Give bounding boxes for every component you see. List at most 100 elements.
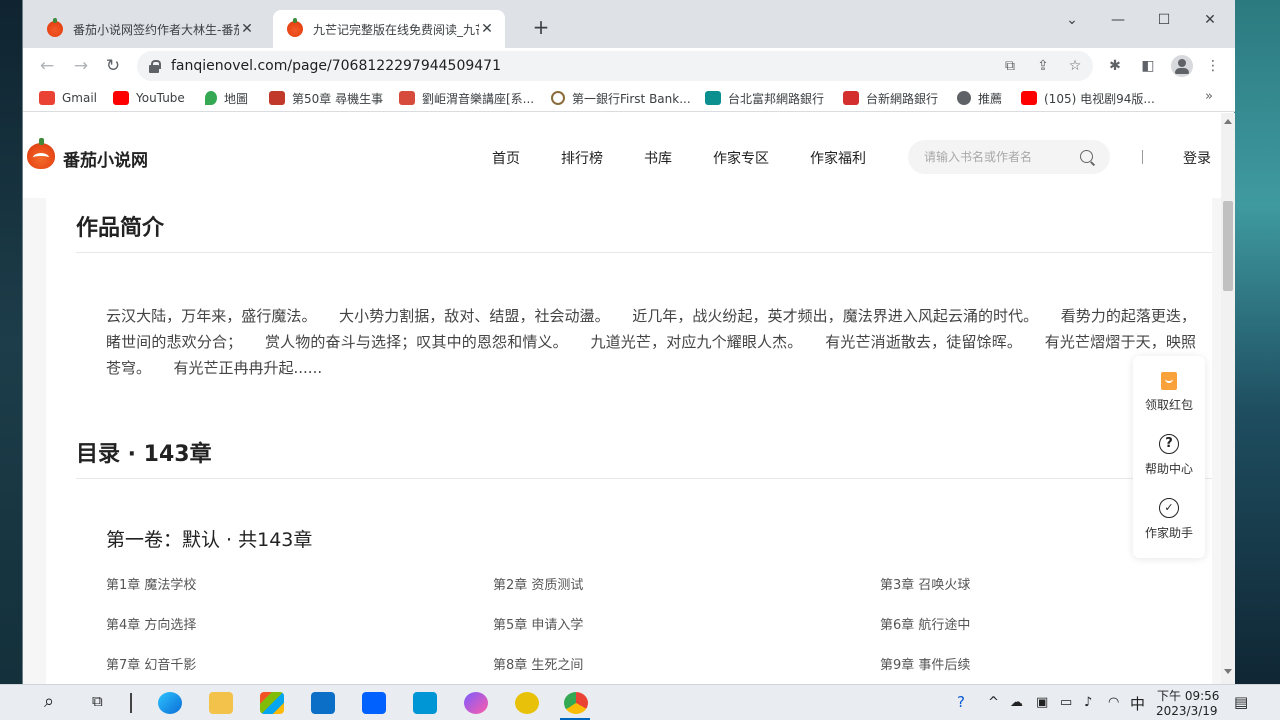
file-explorer-icon[interactable] xyxy=(209,692,233,714)
float-item-label: 帮助中心 xyxy=(1144,462,1193,476)
bookmark-youtube[interactable]: YouTube xyxy=(113,89,185,107)
scroll-up-arrow-icon[interactable] xyxy=(1224,119,1232,124)
close-window-button[interactable]: ✕ xyxy=(1187,6,1233,34)
chapter-link[interactable]: 第9章 事件后续 xyxy=(880,654,970,673)
lock-icon[interactable] xyxy=(147,59,161,73)
bookmark-music-lecture[interactable]: 劉岠渭音樂講座[系... xyxy=(399,89,534,107)
bank-icon xyxy=(551,91,565,105)
tomato-logo-icon[interactable] xyxy=(27,138,55,169)
chrome-icon[interactable] xyxy=(564,692,588,714)
wifi-icon[interactable]: ◠ xyxy=(1108,695,1119,710)
chapter-link[interactable]: 第2章 资质测试 xyxy=(493,574,583,593)
site-icon xyxy=(269,91,285,105)
globe-icon xyxy=(957,91,971,105)
tab-close-icon[interactable]: ✕ xyxy=(479,21,495,37)
search-icon[interactable] xyxy=(1080,150,1093,163)
bookmark-maps[interactable]: 地圖 xyxy=(205,89,248,107)
volume-title: 第一卷：默认 · 共143章 xyxy=(106,529,313,551)
maximize-button[interactable]: ☐ xyxy=(1141,6,1187,34)
login-link[interactable]: 登录 xyxy=(1183,148,1211,168)
chapter-link[interactable]: 第7章 幻音千影 xyxy=(106,654,196,673)
search-input[interactable] xyxy=(924,148,1074,166)
myhp-icon[interactable] xyxy=(413,692,437,714)
bookmarks-bar: Gmail YouTube 地圖 第50章 尋機生事 劉岠渭音樂講座[系... … xyxy=(23,84,1235,112)
norton-icon[interactable] xyxy=(515,692,539,714)
help-tray-icon[interactable]: ? xyxy=(957,693,965,711)
share-icon[interactable]: ⇪ xyxy=(1033,56,1053,76)
nav-library[interactable]: 书库 xyxy=(644,148,672,168)
edge-icon[interactable] xyxy=(158,692,182,714)
copilot-icon[interactable] xyxy=(464,692,488,714)
red-packet-button[interactable]: 领取红包 xyxy=(1133,372,1205,413)
tab-close-icon[interactable]: ✕ xyxy=(239,21,255,37)
more-bookmarks-button[interactable]: » xyxy=(1205,89,1213,104)
chapter-link[interactable]: 第1章 魔法学校 xyxy=(106,574,196,593)
bookmark-fubon[interactable]: 台北富邦網路銀行 xyxy=(705,89,824,107)
page-scrollbar[interactable] xyxy=(1221,113,1235,684)
tab-search-chevron-icon[interactable]: ⌄ xyxy=(1049,6,1095,34)
back-arrow-icon[interactable]: ← xyxy=(35,54,59,78)
browser-window: 番茄小说网签约作者大林生-番茄 ✕ 九芒记完整版在线免费阅读_九芒 ✕ + ⌄ … xyxy=(22,0,1235,684)
reload-icon[interactable]: ↻ xyxy=(101,54,125,78)
help-center-button[interactable]: ? 帮助中心 xyxy=(1133,434,1205,477)
bookmark-label: YouTube xyxy=(136,91,185,105)
show-hidden-icons-chevron-icon[interactable]: ^ xyxy=(988,695,999,710)
help-icon: ? xyxy=(1159,434,1179,454)
url-text[interactable]: fanqienovel.com/page/7068122297944509471 xyxy=(171,58,501,74)
chapter-link[interactable]: 第3章 召唤火球 xyxy=(880,574,970,593)
nav-home[interactable]: 首页 xyxy=(492,148,520,168)
task-view-icon[interactable]: ⧉ xyxy=(92,692,103,710)
search-icon[interactable]: ⌕ xyxy=(44,691,54,712)
battery-icon[interactable]: ▭ xyxy=(1060,695,1072,710)
bookmark-gmail[interactable]: Gmail xyxy=(39,89,97,107)
nav-writer-zone[interactable]: 作家专区 xyxy=(713,148,769,168)
tab-book-page[interactable]: 九芒记完整版在线免费阅读_九芒 ✕ xyxy=(273,10,505,48)
dropbox-icon[interactable] xyxy=(362,692,386,714)
translate-icon[interactable]: ⧉ xyxy=(1000,56,1020,76)
nav-writer-benefits[interactable]: 作家福利 xyxy=(810,148,866,168)
bookmark-recommend[interactable]: 推薦 xyxy=(957,89,1002,107)
site-logo-text[interactable]: 番茄小说网 xyxy=(63,146,148,171)
bookmark-label: 第50章 尋機生事 xyxy=(292,91,384,106)
bookmark-label: 台北富邦網路銀行 xyxy=(728,91,825,106)
browser-menu-icon[interactable]: ⋮ xyxy=(1203,56,1223,76)
page-viewport: 番茄小说网 首页 排行榜 书库 作家专区 作家福利 登录 作品简介 云汉大陆，万… xyxy=(23,113,1235,684)
bookmark-taishin[interactable]: 台新網路銀行 xyxy=(843,89,938,107)
store-icon[interactable] xyxy=(260,692,284,714)
chapter-link[interactable]: 第6章 航行途中 xyxy=(880,614,970,633)
chapter-link[interactable]: 第5章 申请入学 xyxy=(493,614,583,633)
bookmark-star-icon[interactable]: ☆ xyxy=(1065,56,1085,76)
cloud-sync-icon[interactable]: ☁ xyxy=(1010,695,1023,710)
clock-date[interactable]: 2023/3/19 xyxy=(1156,704,1218,718)
bookmark-chapter50[interactable]: 第50章 尋機生事 xyxy=(269,89,383,107)
mail-icon[interactable] xyxy=(311,692,335,714)
chapter-link[interactable]: 第4章 方向选择 xyxy=(106,614,196,633)
minimize-button[interactable]: — xyxy=(1095,6,1141,34)
notification-icon[interactable]: ▤ xyxy=(1234,693,1248,711)
input-method-indicator[interactable]: 中 xyxy=(1130,693,1145,714)
meet-icon[interactable]: ▣ xyxy=(1036,695,1048,710)
bookmark-first-bank[interactable]: 第一銀行First Bank... xyxy=(551,89,691,107)
side-panel-icon[interactable]: ◧ xyxy=(1138,56,1158,76)
red-packet-icon xyxy=(1161,372,1177,390)
bookmark-label: 地圖 xyxy=(224,91,249,106)
bookmark-label: 台新網路銀行 xyxy=(866,91,939,106)
scroll-thumb[interactable] xyxy=(1223,201,1233,291)
chapter-link[interactable]: 第8章 生死之间 xyxy=(493,654,583,673)
scroll-down-arrow-icon[interactable] xyxy=(1224,669,1232,674)
volume-icon[interactable]: ♪ xyxy=(1084,695,1092,710)
clock-time[interactable]: 下午 09:56 xyxy=(1157,687,1219,704)
writer-assistant-button[interactable]: ✓ 作家助手 xyxy=(1133,498,1205,541)
profile-avatar-icon[interactable] xyxy=(1171,55,1193,77)
nav-ranking[interactable]: 排行榜 xyxy=(561,148,603,168)
bookmark-youtube-drama[interactable]: (105) 电视剧94版... xyxy=(1021,89,1155,107)
youtube-icon xyxy=(1021,91,1037,105)
section-divider xyxy=(76,478,1212,479)
extensions-puzzle-icon[interactable]: ✱ xyxy=(1105,56,1125,76)
forward-arrow-icon[interactable]: → xyxy=(69,54,93,78)
tab-author-page[interactable]: 番茄小说网签约作者大林生-番茄 ✕ xyxy=(33,10,265,48)
float-item-label: 作家助手 xyxy=(1144,526,1193,540)
address-bar[interactable]: fanqienovel.com/page/7068122297944509471 xyxy=(137,51,1093,81)
gmail-icon xyxy=(39,91,55,105)
new-tab-button[interactable]: + xyxy=(529,16,553,40)
